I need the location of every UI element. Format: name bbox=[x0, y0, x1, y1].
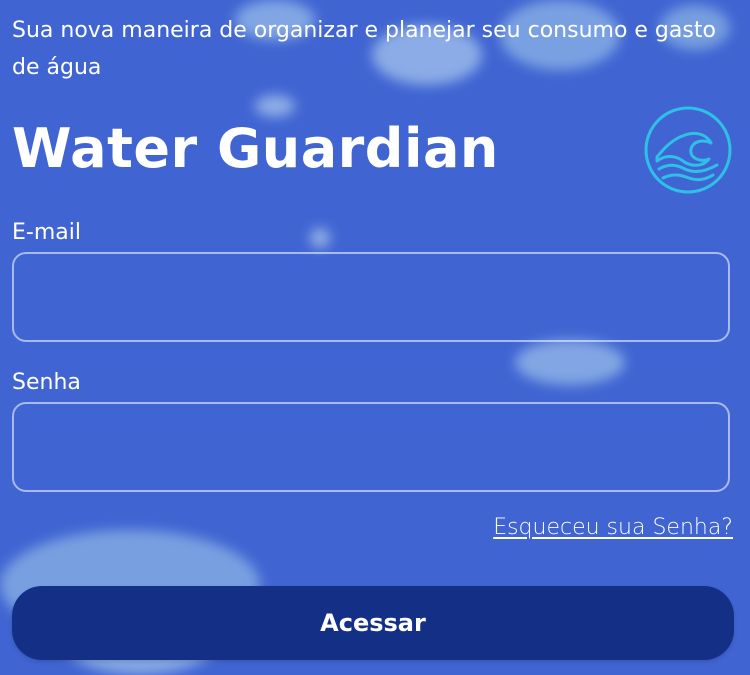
password-field[interactable] bbox=[12, 402, 730, 492]
login-button[interactable]: Acessar bbox=[12, 586, 734, 660]
forgot-password-link[interactable]: Esqueceu sua Senha? bbox=[493, 512, 733, 544]
app-tagline: Sua nova maneira de organizar e planejar… bbox=[12, 18, 716, 80]
password-label: Senha bbox=[12, 370, 81, 395]
app-title: Water Guardian bbox=[12, 117, 499, 180]
email-label: E-mail bbox=[12, 220, 81, 245]
email-field[interactable] bbox=[12, 252, 730, 342]
wave-icon bbox=[643, 105, 733, 195]
